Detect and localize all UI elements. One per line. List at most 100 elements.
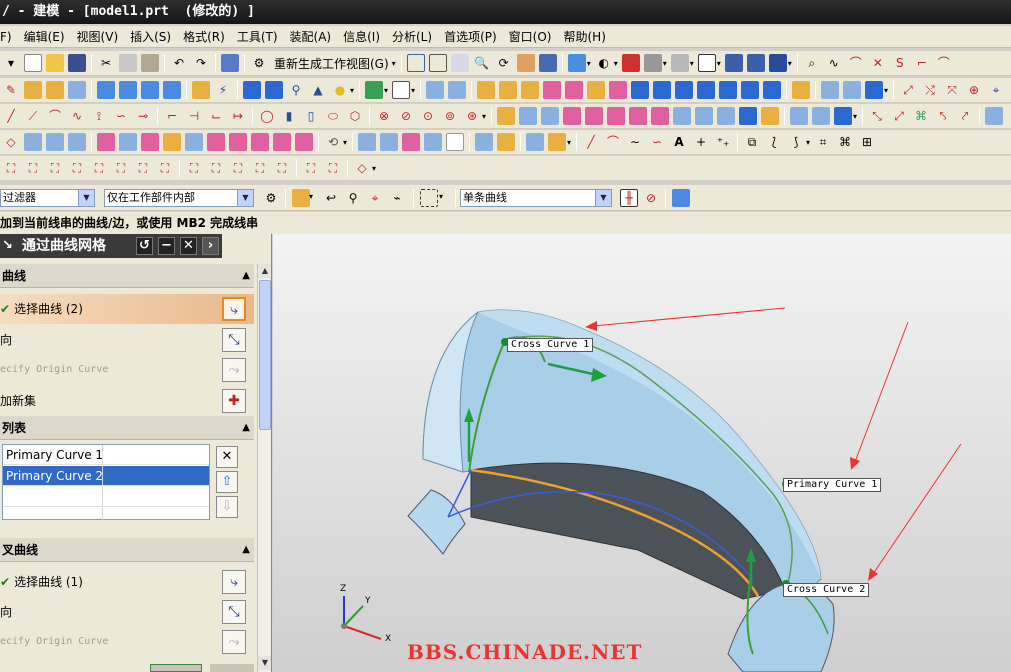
expand-icon[interactable]: › bbox=[202, 237, 219, 255]
sphere-icon[interactable] bbox=[163, 81, 181, 99]
ellipse-icon[interactable]: ⬭ bbox=[324, 107, 342, 125]
swept-icon[interactable] bbox=[541, 107, 560, 125]
shape-icon[interactable]: ⌘ bbox=[836, 133, 854, 151]
styled-sweep-icon[interactable] bbox=[119, 133, 137, 151]
sheet-metal-icon-1[interactable]: ⛶ bbox=[2, 159, 20, 177]
isoparametric-icon[interactable]: ⊙ bbox=[419, 107, 437, 125]
chevron-down-icon[interactable]: ▾ bbox=[717, 59, 721, 68]
solid-icon[interactable] bbox=[526, 133, 545, 151]
sheet-metal-icon-3[interactable]: ⛶ bbox=[46, 159, 64, 177]
trim-body-icon[interactable] bbox=[477, 81, 496, 99]
project-curve-icon[interactable]: ⊸ bbox=[134, 107, 152, 125]
bend-face-icon[interactable] bbox=[207, 133, 225, 151]
extract-icon[interactable] bbox=[631, 81, 650, 99]
dialog-scrollbar[interactable]: ▲ ▼ bbox=[257, 264, 271, 672]
scope-filter-select[interactable]: 仅在工作部件内部 ▼ bbox=[104, 189, 254, 207]
helix-icon[interactable]: ⟟ bbox=[90, 107, 108, 125]
join-curves-icon[interactable] bbox=[475, 133, 494, 151]
plus-point-icon[interactable]: + bbox=[692, 133, 710, 151]
reset-icon[interactable]: ↺ bbox=[136, 237, 153, 255]
polygon-icon[interactable]: ⬡ bbox=[346, 107, 364, 125]
deviation-icon[interactable]: ✕ bbox=[869, 54, 887, 72]
view-cube-select-icon[interactable] bbox=[672, 189, 690, 207]
arc-tool-icon[interactable]: ⌒ bbox=[604, 133, 622, 151]
blend-corner-icon[interactable] bbox=[229, 133, 247, 151]
synchronous-icon[interactable] bbox=[792, 81, 811, 99]
select-all-icon[interactable]: ⚲ bbox=[344, 189, 362, 207]
deselect-icon[interactable]: ⌁ bbox=[388, 189, 406, 207]
snap-view-icon[interactable] bbox=[724, 54, 743, 72]
extract-curve-icon[interactable] bbox=[497, 133, 516, 151]
view-orient-icon[interactable] bbox=[567, 54, 586, 72]
clip-icon[interactable] bbox=[768, 54, 787, 72]
chevron-down-icon[interactable]: ▾ bbox=[806, 138, 810, 147]
wrap-curve-icon[interactable]: ⊛ bbox=[463, 107, 481, 125]
sheet-metal-icon-4[interactable]: ⛶ bbox=[68, 159, 86, 177]
curve-icon[interactable]: ╱ bbox=[2, 107, 20, 125]
menu-assemblies[interactable]: 装配(A) bbox=[284, 28, 338, 45]
curve-length-icon[interactable]: ↦ bbox=[229, 107, 247, 125]
chevron-down-icon[interactable]: ▾ bbox=[439, 192, 443, 201]
datum-plane-icon[interactable] bbox=[392, 81, 411, 99]
sketch-icon[interactable]: ✎ bbox=[2, 81, 20, 99]
follow-fillet-icon[interactable]: ⊘ bbox=[642, 189, 660, 207]
block-icon[interactable] bbox=[97, 81, 115, 99]
bridge-curve-icon[interactable] bbox=[424, 133, 443, 151]
x-form-surface-icon[interactable] bbox=[24, 133, 42, 151]
corner-icon[interactable]: ⌐ bbox=[913, 54, 931, 72]
cylinder-face-icon[interactable]: ▮ bbox=[280, 107, 298, 125]
tangent-icon[interactable] bbox=[402, 133, 421, 151]
chevron-down-icon[interactable]: ▾ bbox=[309, 192, 313, 201]
circle-icon[interactable]: ◯ bbox=[258, 107, 276, 125]
surface-analysis-icon[interactable]: ⌒ bbox=[847, 54, 865, 72]
open-folder-icon[interactable] bbox=[46, 54, 64, 72]
move-face-icon[interactable] bbox=[719, 81, 738, 99]
list-item[interactable]: Primary Curve 2 bbox=[3, 466, 209, 486]
primary-select-curve-row[interactable]: ✔ 选择曲线 (2) ⤷ bbox=[0, 294, 254, 324]
chevron-down-icon[interactable]: ▾ bbox=[392, 59, 396, 68]
pan-icon[interactable] bbox=[450, 54, 469, 72]
dropdown-icon[interactable]: ▾ bbox=[2, 54, 20, 72]
edge-symmetry-icon[interactable] bbox=[68, 133, 86, 151]
curve-analysis-icon[interactable]: ∿ bbox=[825, 54, 843, 72]
feature-edit-icon[interactable]: ⧉ bbox=[743, 133, 761, 151]
chevron-down-icon[interactable]: ▾ bbox=[384, 86, 388, 95]
repeat-command-icon[interactable] bbox=[221, 54, 239, 72]
analysis-icon[interactable]: ⌕ bbox=[803, 54, 821, 72]
rotate-view-icon[interactable]: ⤭ bbox=[921, 81, 939, 99]
menu-help[interactable]: 帮助(H) bbox=[557, 28, 611, 45]
curvature-icon[interactable]: S bbox=[891, 54, 909, 72]
fillet-tool-icon[interactable]: ∽ bbox=[648, 133, 666, 151]
render-style-icon[interactable]: ◐ bbox=[595, 54, 613, 72]
cylinder-body-icon[interactable]: ▯ bbox=[302, 107, 320, 125]
parameter-icon[interactable]: ⌗ bbox=[814, 133, 832, 151]
draft-icon[interactable]: ▲ bbox=[309, 81, 327, 99]
surface-curve-icon[interactable] bbox=[251, 133, 269, 151]
background-color-icon[interactable] bbox=[697, 54, 716, 72]
corner-curve-icon[interactable]: ⌙ bbox=[207, 107, 225, 125]
zoom-window-icon[interactable] bbox=[428, 54, 447, 72]
chevron-down-icon[interactable]: ▾ bbox=[614, 59, 618, 68]
new-file-icon[interactable] bbox=[24, 54, 42, 72]
offset-face-icon[interactable] bbox=[521, 81, 540, 99]
chevron-up-icon[interactable]: ▲ bbox=[242, 538, 250, 562]
sheet-metal-icon-10[interactable]: ⛶ bbox=[207, 159, 225, 177]
camera-icon[interactable] bbox=[538, 54, 557, 72]
chevron-down-icon[interactable]: ▾ bbox=[350, 86, 354, 95]
flange-icon[interactable] bbox=[97, 133, 115, 151]
cross-curves-section-header[interactable]: 叉曲线 ▲ bbox=[0, 538, 254, 562]
arc-icon[interactable]: ⌒ bbox=[46, 107, 64, 125]
menu-analysis[interactable]: 分析(L) bbox=[386, 28, 438, 45]
shaded-cube-icon[interactable] bbox=[621, 54, 640, 72]
menu-edit[interactable]: 编辑(E) bbox=[18, 28, 71, 45]
split-curve-icon[interactable]: ⊣ bbox=[185, 107, 203, 125]
back-arrow-icon[interactable]: ↘ bbox=[2, 237, 16, 255]
menu-file[interactable]: F) bbox=[0, 30, 18, 44]
snap-point-icon[interactable] bbox=[292, 189, 310, 207]
scroll-up-icon[interactable]: ▲ bbox=[258, 264, 271, 278]
layer-icon[interactable] bbox=[670, 54, 689, 72]
menu-insert[interactable]: 插入(S) bbox=[124, 28, 177, 45]
move-up-icon[interactable]: ⇧ bbox=[216, 471, 238, 493]
fit-icon[interactable]: ⤢ bbox=[899, 81, 917, 99]
rotate-icon[interactable]: ⟳ bbox=[495, 54, 513, 72]
